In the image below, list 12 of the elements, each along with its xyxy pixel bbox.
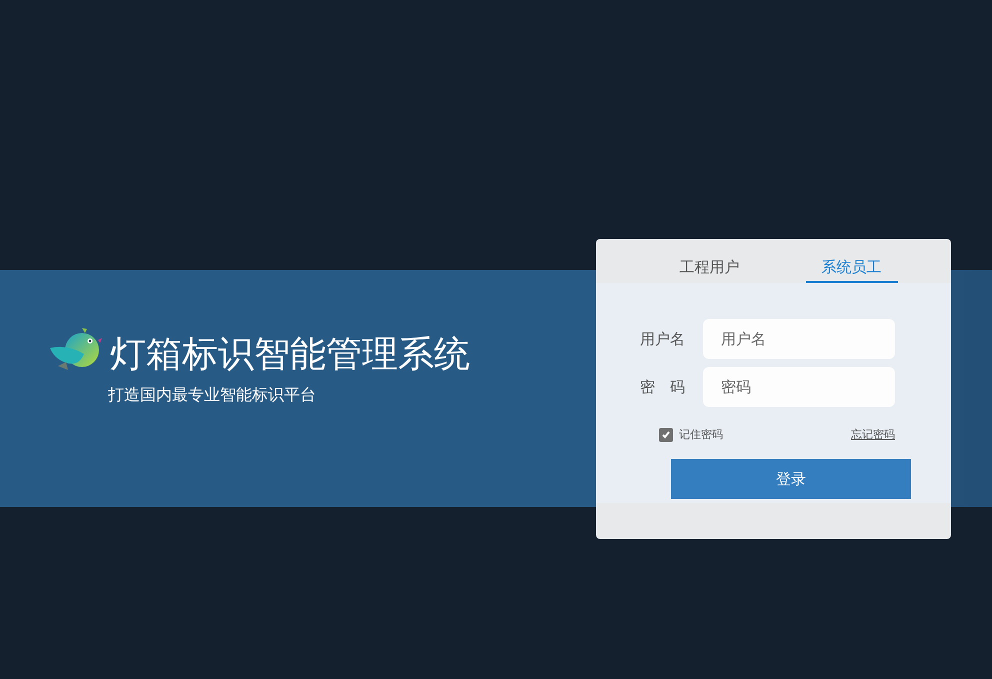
- username-field[interactable]: 用户名: [703, 319, 895, 359]
- app-title: 灯箱标识智能管理系统: [110, 333, 470, 377]
- field-label: 密 码: [639, 378, 686, 396]
- field-label: 用户名: [639, 330, 686, 348]
- login-button[interactable]: 登录: [671, 459, 911, 499]
- login-tab[interactable]: 工程用户: [664, 239, 756, 283]
- remember-checkbox[interactable]: [659, 428, 673, 442]
- check-icon: [661, 430, 671, 440]
- app-subtitle: 打造国内最专业智能标识平台: [108, 385, 316, 406]
- password-field[interactable]: 密码: [703, 367, 895, 407]
- remember-label: 记住密码: [679, 427, 723, 442]
- forgot-password-link[interactable]: 忘记密码: [851, 427, 895, 442]
